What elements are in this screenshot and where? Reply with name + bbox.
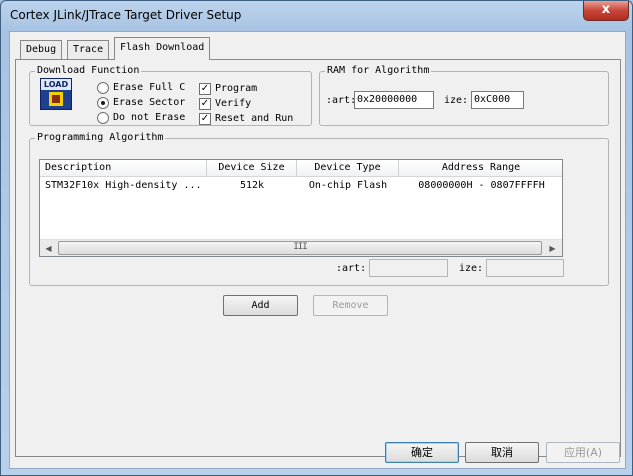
- remove-button[interactable]: Remove: [313, 295, 388, 316]
- programming-algorithm-title: Programming Algorithm: [35, 132, 166, 144]
- checkbox-checked-icon[interactable]: ✓: [199, 98, 211, 110]
- load-icon-label: LOAD: [41, 79, 71, 90]
- horizontal-scrollbar[interactable]: ◀ III ▶: [40, 239, 562, 256]
- checkbox-label: Verify: [215, 98, 252, 109]
- radio-label: Erase Full C: [113, 82, 186, 93]
- ram-start-input[interactable]: 0x20000000: [354, 91, 434, 109]
- radio-circle-icon[interactable]: [97, 112, 109, 124]
- scroll-left-icon[interactable]: ◀: [40, 240, 57, 256]
- radio-circle-icon[interactable]: [97, 82, 109, 94]
- window-title: Cortex JLink/JTrace Target Driver Setup: [10, 8, 242, 22]
- algo-size-input[interactable]: [486, 259, 564, 277]
- close-icon[interactable]: x: [583, 1, 629, 21]
- tab-trace[interactable]: Trace: [67, 40, 110, 59]
- programming-algorithm-group: Programming Algorithm Description Device…: [29, 132, 609, 286]
- cancel-button[interactable]: 取消: [465, 442, 539, 463]
- chip-icon: [49, 92, 63, 106]
- cell-description: STM32F10x High-density ...: [45, 180, 202, 191]
- checkbox-checked-icon[interactable]: ✓: [199, 113, 211, 125]
- scroll-thumb[interactable]: III: [58, 241, 542, 255]
- column-device-type[interactable]: Device Type: [297, 160, 399, 177]
- algorithm-list[interactable]: Description Device Size Device Type Addr…: [39, 159, 563, 257]
- algo-size-label: ize:: [459, 263, 484, 274]
- cell-address-range: 08000000H - 0807FFFFH: [418, 180, 545, 191]
- scroll-right-icon[interactable]: ▶: [544, 240, 561, 256]
- algo-start-label: :art:: [336, 263, 367, 274]
- radio-label: Do not Erase: [113, 112, 186, 123]
- apply-button[interactable]: 应用(A): [546, 442, 620, 463]
- load-icon: LOAD: [40, 78, 72, 110]
- tab-flash-download[interactable]: Flash Download: [114, 37, 211, 60]
- ram-size-input[interactable]: 0xC000: [471, 91, 524, 109]
- ram-for-algorithm-group: RAM for Algorithm :art: 0x20000000 ize: …: [319, 65, 609, 126]
- column-device-size[interactable]: Device Size: [207, 160, 297, 177]
- download-function-group: Download Function LOAD Erase Full C Eras…: [29, 65, 312, 126]
- column-address-range[interactable]: Address Range: [399, 160, 562, 177]
- tab-debug[interactable]: Debug: [20, 40, 63, 59]
- add-button[interactable]: Add: [223, 295, 298, 316]
- checkbox-label: Program: [215, 83, 258, 94]
- flash-download-panel: Download Function LOAD Erase Full C Eras…: [15, 59, 621, 457]
- dialog-window: Cortex JLink/JTrace Target Driver Setup …: [0, 0, 633, 476]
- download-function-title: Download Function: [35, 65, 142, 77]
- radio-label: Erase Sector: [113, 97, 186, 108]
- client-area: Debug Trace Flash Download Download Func…: [9, 31, 626, 469]
- ram-for-algorithm-title: RAM for Algorithm: [325, 65, 432, 77]
- ram-size-label: ize:: [444, 95, 469, 106]
- ram-start-label: :art:: [326, 95, 357, 106]
- cell-device-size: 512k: [239, 180, 265, 191]
- checkbox-label: Reset and Run: [215, 113, 294, 124]
- radio-selected-icon[interactable]: [97, 97, 109, 109]
- algo-start-input[interactable]: [369, 259, 448, 277]
- ok-button[interactable]: 确定: [385, 442, 459, 463]
- column-description[interactable]: Description: [40, 160, 207, 177]
- title-bar[interactable]: Cortex JLink/JTrace Target Driver Setup …: [1, 1, 632, 31]
- checkbox-checked-icon[interactable]: ✓: [199, 83, 211, 95]
- cell-device-type: On-chip Flash: [308, 180, 388, 191]
